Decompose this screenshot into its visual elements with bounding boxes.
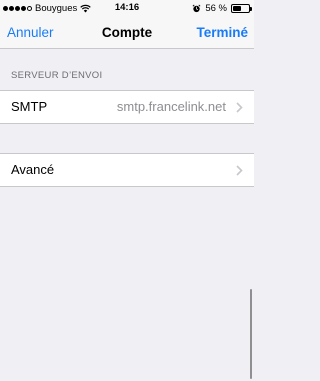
alarm-icon <box>192 4 201 12</box>
advanced-row[interactable]: Avancé <box>0 153 254 187</box>
advanced-label: Avancé <box>11 162 55 177</box>
status-bar: Bouygues 14:16 56 % <box>0 0 254 16</box>
smtp-row[interactable]: SMTP smtp.francelink.net <box>0 90 254 124</box>
battery-percent: 56 % <box>205 2 227 14</box>
chevron-right-icon <box>236 102 243 113</box>
done-button[interactable]: Terminé <box>196 16 248 49</box>
scroll-indicator[interactable] <box>249 289 252 379</box>
chevron-right-icon <box>236 165 243 176</box>
smtp-label: SMTP <box>11 99 48 114</box>
battery-nub <box>250 6 252 11</box>
account-settings-screen: Bouygues 14:16 56 % Annuler Compte Termi… <box>0 0 254 381</box>
section-header-outgoing-server: SERVEUR D’ENVOI <box>11 70 103 81</box>
navigation-bar: Annuler Compte Terminé <box>0 16 254 49</box>
cancel-button[interactable]: Annuler <box>7 16 54 49</box>
status-right: 56 % <box>192 2 252 14</box>
smtp-server-value: smtp.francelink.net <box>116 99 226 114</box>
battery-icon <box>231 3 252 13</box>
battery-fill <box>233 5 242 11</box>
